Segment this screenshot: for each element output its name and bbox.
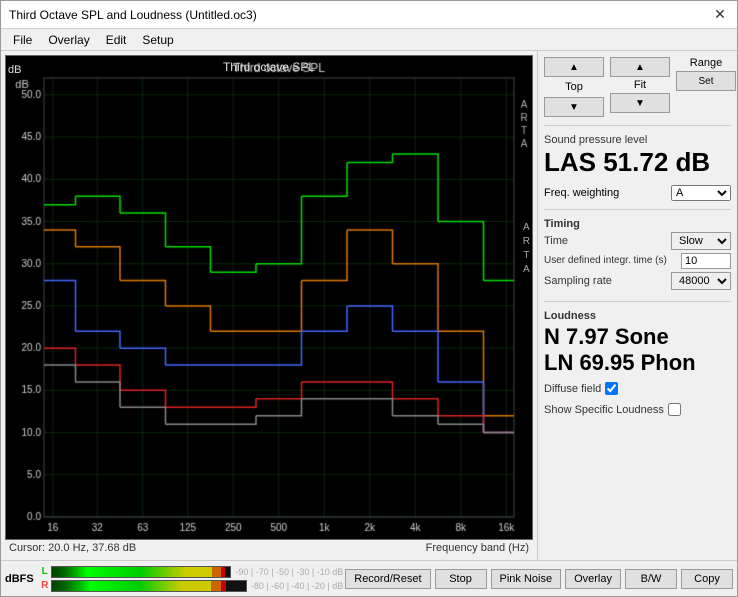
chart-title: Third octave SPL <box>6 60 532 74</box>
spectrum-chart <box>6 56 532 539</box>
top-down-button[interactable]: ▼ <box>544 97 604 117</box>
diffuse-checkbox[interactable] <box>605 382 618 395</box>
sampling-select[interactable]: 44100 48000 96000 <box>671 272 731 290</box>
dbfs-meters: L -90 | -70 | -50 | -30 | -10 dB R <box>40 566 344 592</box>
dbfs-bar: dBFS L -90 | -70 | -50 | -30 | -10 dB R <box>1 560 737 596</box>
top-range-controls: ▲ Top ▼ ▲ Fit ▼ Range Set <box>544 57 731 117</box>
right-panel: ▲ Top ▼ ▲ Fit ▼ Range Set Sound pressure… <box>537 51 737 560</box>
fit-up-button[interactable]: ▲ <box>610 57 670 77</box>
top-up-button[interactable]: ▲ <box>544 57 604 77</box>
loudness-section: Loudness N 7.97 Sone LN 69.95 Phon <box>544 310 731 377</box>
freq-weighting-row: Freq. weighting A B C Z <box>544 185 731 201</box>
dbfs-r-ticks: -80 | -60 | -40 | -20 | dB <box>251 581 343 591</box>
loudness-n: N 7.97 Sone <box>544 324 731 350</box>
loudness-ln: LN 69.95 Phon <box>544 350 731 376</box>
chart-area: Third octave SPL dB ARTA Cursor: 20.0 Hz… <box>1 51 537 560</box>
show-specific-checkbox[interactable] <box>668 403 681 416</box>
dbfs-l-label: L <box>40 566 50 577</box>
stop-button[interactable]: Stop <box>435 569 487 589</box>
dbfs-r-label: R <box>40 580 50 591</box>
menu-setup[interactable]: Setup <box>134 31 181 48</box>
fw-label: Freq. weighting <box>544 187 619 199</box>
divider-1 <box>544 125 731 126</box>
freq-label: Frequency band (Hz) <box>426 542 529 554</box>
copy-button[interactable]: Copy <box>681 569 733 589</box>
chart-bottom-info: Cursor: 20.0 Hz, 37.68 dB Frequency band… <box>5 540 533 556</box>
divider-2 <box>544 209 731 210</box>
dbfs-r-row: R -80 | -60 | -40 | -20 | dB <box>40 580 344 592</box>
fit-label: Fit <box>634 79 646 91</box>
time-label: Time <box>544 235 671 247</box>
dbfs-l-ticks: -90 | -70 | -50 | -30 | -10 dB <box>235 567 343 577</box>
dbfs-l-track <box>51 566 232 578</box>
cursor-text: Cursor: 20.0 Hz, 37.68 dB <box>9 542 136 554</box>
main-window: Third Octave SPL and Loudness (Untitled.… <box>0 0 738 597</box>
fw-select[interactable]: A B C Z <box>671 185 731 201</box>
top-spin-group: ▲ Top ▼ <box>544 57 604 117</box>
sampling-row: Sampling rate 44100 48000 96000 <box>544 272 731 290</box>
timing-section: Timing Time Slow Fast Impulse User defin… <box>544 218 731 293</box>
time-select[interactable]: Slow Fast Impulse <box>671 232 731 250</box>
divider-3 <box>544 301 731 302</box>
spl-section: Sound pressure level LAS 51.72 dB <box>544 134 731 177</box>
show-specific-row: Show Specific Loudness <box>544 403 731 416</box>
menu-file[interactable]: File <box>5 31 40 48</box>
range-group: Range Set <box>676 57 736 91</box>
arta-label: ARTA <box>523 221 530 277</box>
menu-overlay[interactable]: Overlay <box>40 31 97 48</box>
spl-label: Sound pressure level <box>544 134 731 146</box>
fit-group: ▲ Fit ▼ <box>610 57 670 113</box>
loudness-title: Loudness <box>544 310 731 322</box>
fit-down-button[interactable]: ▼ <box>610 93 670 113</box>
sampling-label: Sampling rate <box>544 275 671 287</box>
pink-noise-button[interactable]: Pink Noise <box>491 569 562 589</box>
set-button[interactable]: Set <box>676 71 736 91</box>
bw-button[interactable]: B/W <box>625 569 677 589</box>
chart-container: Third octave SPL dB ARTA <box>5 55 533 540</box>
top-label: Top <box>565 81 583 93</box>
close-button[interactable]: ✕ <box>711 6 729 24</box>
diffuse-label: Diffuse field <box>544 383 601 395</box>
dbfs-label: dBFS <box>5 573 34 585</box>
time-row: Time Slow Fast Impulse <box>544 232 731 250</box>
menu-edit[interactable]: Edit <box>98 31 135 48</box>
integr-input[interactable] <box>681 253 731 269</box>
overlay-button[interactable]: Overlay <box>565 569 621 589</box>
dbfs-r-track <box>51 580 247 592</box>
spl-value: LAS 51.72 dB <box>544 148 731 177</box>
range-label: Range <box>690 57 722 69</box>
main-content: Third octave SPL dB ARTA Cursor: 20.0 Hz… <box>1 51 737 560</box>
yaxis-label: dB <box>8 64 21 76</box>
record-reset-button[interactable]: Record/Reset <box>345 569 430 589</box>
title-bar: Third Octave SPL and Loudness (Untitled.… <box>1 1 737 29</box>
timing-title: Timing <box>544 218 731 230</box>
diffuse-field-row: Diffuse field <box>544 382 731 395</box>
integr-row: User defined integr. time (s) <box>544 253 731 269</box>
window-title: Third Octave SPL and Loudness (Untitled.… <box>9 8 257 22</box>
integr-label: User defined integr. time (s) <box>544 255 681 266</box>
show-specific-label: Show Specific Loudness <box>544 404 664 416</box>
menu-bar: File Overlay Edit Setup <box>1 29 737 51</box>
action-buttons: Record/Reset Stop Pink Noise Overlay B/W… <box>345 569 733 589</box>
dbfs-l-row: L -90 | -70 | -50 | -30 | -10 dB <box>40 566 344 578</box>
